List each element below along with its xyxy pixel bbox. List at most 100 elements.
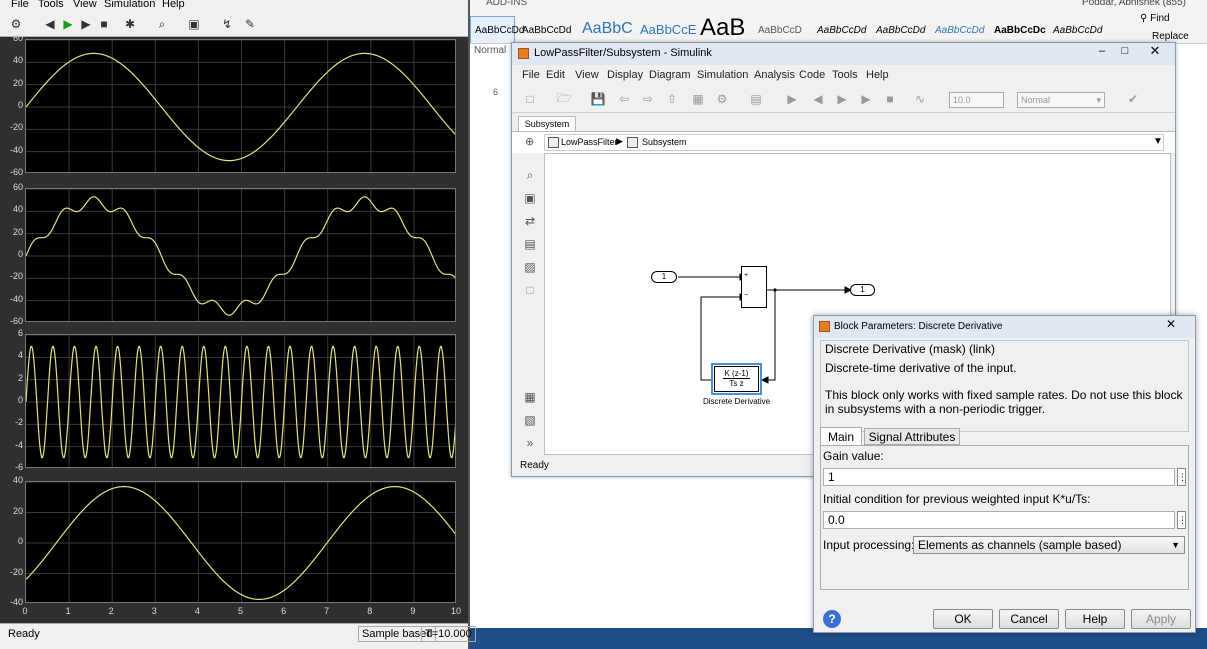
forward-icon[interactable]: ⇨ (640, 91, 656, 107)
sl-menu-display[interactable]: Display (607, 69, 643, 81)
word-style-3[interactable]: AaBbC (582, 20, 633, 38)
scope-axes-2[interactable] (25, 188, 456, 322)
scope-menu-file[interactable]: File (11, 0, 29, 10)
stop-icon[interactable]: ■ (96, 16, 112, 32)
outport-block[interactable]: 1 (850, 284, 875, 296)
word-style-10[interactable]: AaBbCcDc (994, 25, 1046, 36)
annotation-icon[interactable]: ▤ (522, 236, 538, 252)
scope-menu-view[interactable]: View (73, 0, 97, 10)
run-icon[interactable]: ▶ (60, 16, 76, 32)
library-icon[interactable]: ▦ (690, 91, 706, 107)
help-icon[interactable]: ? (823, 610, 841, 628)
word-style-5[interactable]: AaB (700, 14, 745, 42)
breadcrumb-root[interactable]: LowPassFilter (561, 137, 618, 147)
sl-menu-tools[interactable]: Tools (832, 69, 858, 81)
word-style-2[interactable]: AaBbCcDd (522, 25, 571, 36)
sum-block[interactable]: + − (741, 266, 767, 308)
stop-icon[interactable]: ■ (882, 91, 898, 107)
properties-icon[interactable]: ▧ (522, 412, 538, 428)
word-find[interactable]: ⚲ Find (1140, 13, 1170, 24)
fit-view-icon[interactable]: ▣ (522, 190, 538, 206)
sl-menu-edit[interactable]: Edit (546, 69, 565, 81)
hide-browser-icon[interactable]: ⊕ (525, 135, 534, 148)
help-button[interactable]: Help (1065, 609, 1125, 629)
scope-axes-1[interactable] (25, 39, 456, 173)
gear-icon[interactable]: ⚙ (8, 16, 24, 32)
triggers-icon[interactable]: ↯ (219, 16, 235, 32)
expand-icon[interactable]: » (522, 435, 538, 451)
step-back-icon[interactable]: ◀ (42, 16, 58, 32)
image-icon[interactable]: ▨ (522, 259, 538, 275)
sl-menu-diagram[interactable]: Diagram (649, 69, 691, 81)
sim-mode-value: Normal (1021, 95, 1051, 105)
word-style-4[interactable]: AaBbCcE (640, 22, 696, 37)
word-replace[interactable]: Replace (1152, 31, 1189, 42)
ok-button[interactable]: OK (933, 609, 993, 629)
gain-input[interactable]: 1 (823, 468, 1175, 486)
tab-subsystem[interactable]: Subsystem (518, 116, 576, 131)
scope-axes-4[interactable] (25, 481, 456, 603)
maximize-icon[interactable]: □ (1115, 45, 1135, 61)
processing-select[interactable]: Elements as channels (sample based) ▼ (913, 536, 1185, 554)
gain-options-icon[interactable]: ⋮ (1177, 468, 1187, 486)
open-icon[interactable]: 🗁 (556, 91, 572, 107)
word-style-6[interactable]: AaBbCcD (758, 25, 802, 36)
model-advisor-icon[interactable]: ✔ (1125, 91, 1141, 107)
arrow-icon[interactable]: ⇄ (522, 213, 538, 229)
sl-menu-file[interactable]: File (522, 69, 540, 81)
word-style-7[interactable]: AaBbCcDd (817, 25, 866, 36)
zoom-icon[interactable]: ⌕ (154, 16, 170, 32)
word-style-1[interactable]: AaBbCcDd (475, 25, 524, 36)
scope-menu-help[interactable]: Help (162, 0, 185, 10)
inport-block[interactable]: 1 (651, 271, 677, 283)
breadcrumb-child[interactable]: Subsystem (642, 137, 687, 147)
model-browser-icon[interactable]: ▦ (522, 389, 538, 405)
record-icon[interactable]: ▶ (784, 91, 800, 107)
tab-main[interactable]: Main (820, 427, 862, 446)
sl-menu-code[interactable]: Code (799, 69, 825, 81)
sim-mode-select[interactable]: Normal ▾ (1017, 92, 1105, 108)
sl-menu-view[interactable]: View (575, 69, 599, 81)
ic-input[interactable]: 0.0 (823, 511, 1175, 529)
sl-menu-analysis[interactable]: Analysis (754, 69, 795, 81)
scope-menu-tools[interactable]: Tools (38, 0, 64, 10)
minimize-icon[interactable]: – (1092, 45, 1112, 61)
word-style-normal[interactable]: Normal (474, 45, 506, 56)
up-icon[interactable]: ⇧ (664, 91, 680, 107)
area-icon[interactable]: □ (522, 282, 538, 298)
word-style-9[interactable]: AaBbCcDd (935, 25, 984, 36)
apply-button[interactable]: Apply (1131, 609, 1191, 629)
run-icon[interactable]: ▶ (834, 91, 850, 107)
sl-menu-help[interactable]: Help (866, 69, 889, 81)
data-inspector-icon[interactable]: ∿ (912, 91, 928, 107)
step-forward-icon[interactable]: ▶ (78, 16, 94, 32)
back-icon[interactable]: ⇦ (616, 91, 632, 107)
scope-axes-3[interactable] (25, 334, 456, 468)
zoom-icon[interactable]: ⌕ (522, 167, 538, 183)
scope-menu-simulation[interactable]: Simulation (104, 0, 155, 10)
close-icon[interactable]: ✕ (1154, 317, 1188, 334)
tab-signal-attributes[interactable]: Signal Attributes (864, 428, 960, 445)
chevron-down-icon[interactable]: ▼ (1153, 136, 1163, 147)
cancel-button[interactable]: Cancel (999, 609, 1059, 629)
sl-menu-simulation[interactable]: Simulation (697, 69, 748, 81)
simulink-titlebar[interactable]: LowPassFilter/Subsystem - Simulink – □ ✕ (512, 43, 1175, 65)
step-back-icon[interactable]: ◀ (810, 91, 826, 107)
close-icon[interactable]: ✕ (1138, 43, 1172, 61)
word-style-11[interactable]: AaBbCcDd (1053, 25, 1102, 36)
x-tick-label: 4 (194, 606, 200, 616)
step-forward-icon[interactable]: ▶ (858, 91, 874, 107)
discrete-derivative-block[interactable]: K (z-1) Ts z (711, 363, 762, 395)
dialog-titlebar[interactable]: Block Parameters: Discrete Derivative ✕ (814, 316, 1195, 338)
ic-options-icon[interactable]: ⋮ (1177, 511, 1187, 529)
word-tab-addins[interactable]: ADD-INS (486, 0, 527, 8)
stop-time-input[interactable]: 10.0 (949, 92, 1004, 108)
fit-axes-icon[interactable]: ▣ (186, 16, 202, 32)
grid-icon[interactable]: ▤ (748, 91, 764, 107)
word-style-8[interactable]: AaBbCcDd (876, 25, 925, 36)
save-icon[interactable]: 💾 (590, 91, 606, 107)
edit-icon[interactable]: ✎ (242, 16, 258, 32)
new-model-icon[interactable]: □ (522, 91, 538, 107)
highlight-icon[interactable]: ✱ (122, 16, 138, 32)
settings-icon[interactable]: ⚙ (714, 91, 730, 107)
